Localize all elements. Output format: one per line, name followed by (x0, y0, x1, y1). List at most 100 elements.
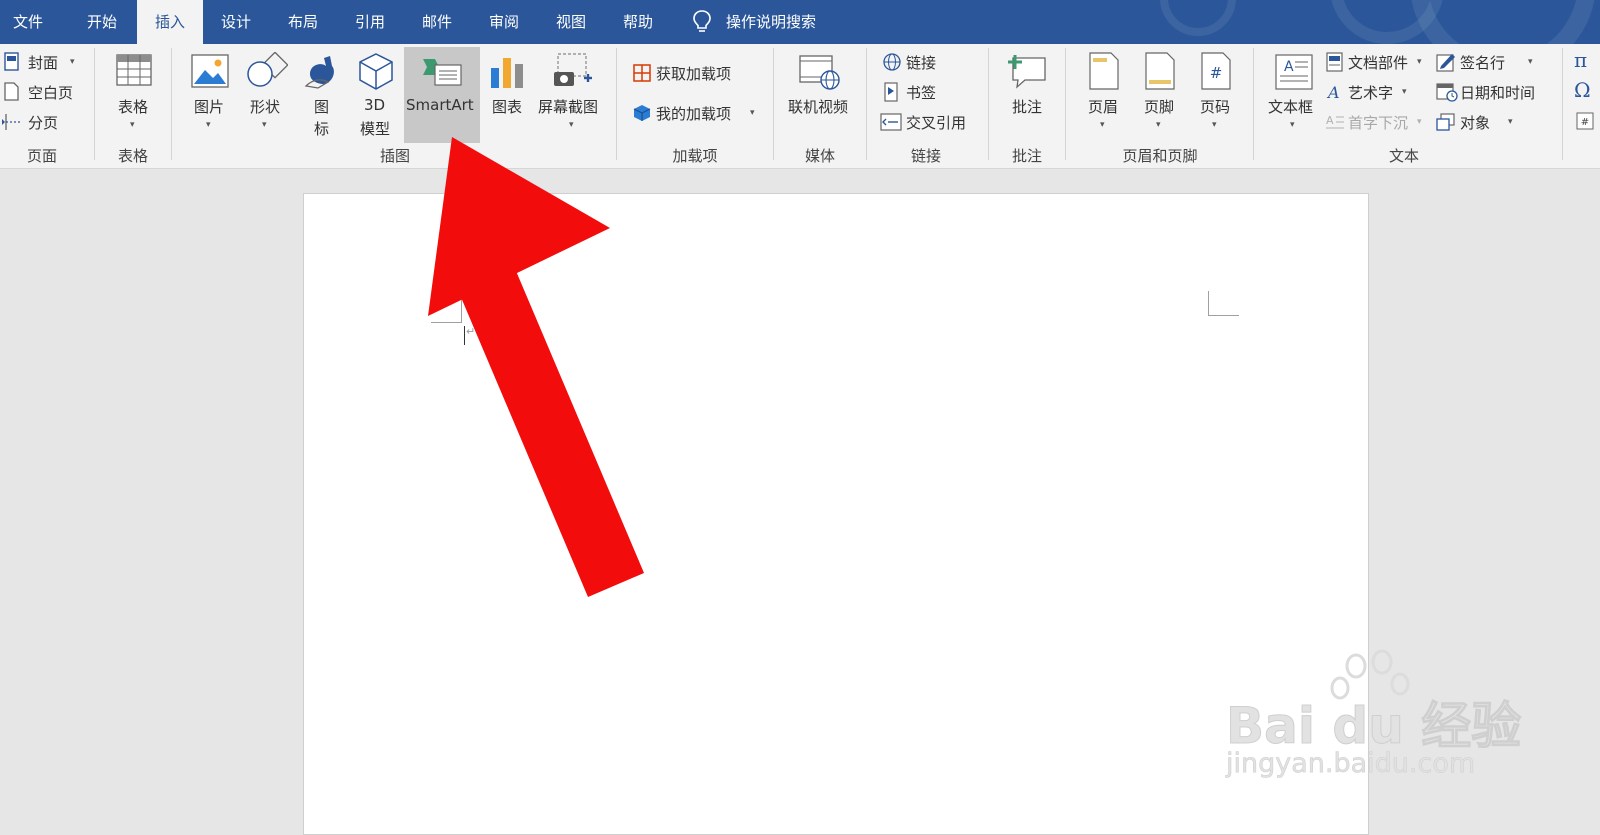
header-button[interactable]: 页眉 ▾ (1078, 50, 1130, 138)
group-label-pages: 页面 (26, 147, 57, 165)
page-number-button[interactable]: # 页码 ▾ (1190, 50, 1242, 138)
tab-references[interactable]: 引用 (337, 0, 403, 44)
tab-help[interactable]: 帮助 (605, 0, 671, 44)
my-addins-button[interactable]: 我的加载项 ▾ (630, 100, 766, 126)
equation-pi-icon: π (1574, 48, 1588, 72)
text-cursor (464, 326, 465, 345)
smartart-button[interactable]: SmartArt (404, 47, 480, 143)
chevron-down-icon: ▾ (1156, 120, 1161, 130)
text-box-icon: A (1275, 54, 1313, 90)
quick-parts-button[interactable]: 文档部件 ▾ (1326, 50, 1426, 74)
table-label: 表格 (118, 98, 149, 116)
wordart-button[interactable]: A 艺术字 ▾ (1326, 80, 1426, 104)
3d-models-button[interactable]: 3D 模型 (350, 50, 402, 140)
svg-text:#: # (1210, 64, 1223, 82)
text-box-label: 文本框 (1268, 98, 1314, 116)
group-label-comments: 批注 (1011, 147, 1042, 165)
cross-reference-button[interactable]: 交叉引用 (880, 110, 990, 134)
group-separator (616, 48, 617, 160)
signature-line-button[interactable]: 签名行 ▾ (1436, 50, 1546, 74)
cover-page-icon (4, 52, 19, 71)
link-button[interactable]: 链接 (880, 50, 980, 74)
number-icon[interactable]: # (1576, 112, 1594, 130)
object-button[interactable]: 对象 ▾ (1436, 110, 1546, 134)
group-label-media: 媒体 (804, 147, 835, 165)
store-icon (633, 64, 651, 82)
equation-button[interactable]: π (1572, 48, 1600, 76)
page-break-button[interactable]: 分页 (2, 110, 86, 134)
get-addins-button[interactable]: 获取加载项 (630, 60, 760, 86)
tab-insert[interactable]: 插入 (137, 0, 203, 44)
chevron-down-icon: ▾ (206, 120, 211, 130)
date-time-label: 日期和时间 (1460, 84, 1536, 102)
icons-label-line2: 标 (314, 120, 330, 138)
3d-model-icon (359, 53, 393, 90)
group-separator (171, 48, 172, 160)
table-button[interactable]: 表格 ▾ (104, 50, 164, 138)
symbol-omega-icon: Ω (1574, 78, 1591, 102)
icons-button[interactable]: 图 标 (296, 50, 348, 140)
wordart-label: 艺术字 (1348, 84, 1394, 102)
bookmark-button[interactable]: 书签 (880, 80, 980, 104)
group-separator (1065, 48, 1066, 160)
tab-design[interactable]: 设计 (203, 0, 269, 44)
header-decoration (1410, 0, 1596, 44)
chart-button[interactable]: 图表 (482, 50, 534, 138)
tell-me-search[interactable]: 操作说明搜索 (688, 0, 848, 44)
header-icon (1089, 52, 1119, 90)
date-time-button[interactable]: 日期和时间 (1436, 80, 1556, 104)
blank-page-button[interactable]: 空白页 (4, 80, 88, 104)
icons-bird-icon (304, 56, 334, 89)
signature-line-icon (1436, 54, 1455, 72)
group-label-header-footer: 页眉和页脚 (1122, 147, 1198, 165)
symbol-button[interactable]: Ω (1572, 78, 1600, 106)
ribbon-tab-bar: 文件 开始 插入 设计 布局 引用 邮件 审阅 视图 帮助 操作说明搜索 (0, 0, 1600, 44)
online-video-button[interactable]: 联机视频 (782, 50, 858, 138)
svg-text:A: A (1326, 83, 1340, 102)
screenshot-button[interactable]: 屏幕截图 ▾ (536, 50, 608, 138)
document-page[interactable]: ↵ (303, 193, 1369, 835)
chevron-down-icon: ▾ (569, 120, 574, 130)
shapes-label: 形状 (250, 98, 281, 116)
comment-button[interactable]: 批注 (998, 50, 1058, 138)
cross-reference-icon (880, 113, 902, 131)
page-break-icon (2, 114, 20, 130)
chevron-down-icon: ▾ (1508, 117, 1513, 127)
shapes-button[interactable]: 形状 ▾ (240, 50, 294, 138)
cross-reference-label: 交叉引用 (906, 114, 967, 132)
get-addins-label: 获取加载项 (656, 65, 732, 83)
cover-page-button[interactable]: 封面 ▾ (4, 50, 88, 74)
pictures-button[interactable]: 图片 ▾ (184, 50, 238, 138)
text-box-button[interactable]: A 文本框 ▾ (1262, 50, 1326, 138)
tab-review[interactable]: 审阅 (471, 0, 537, 44)
header-decoration (1160, 0, 1236, 36)
tab-mailings[interactable]: 邮件 (404, 0, 470, 44)
group-separator (773, 48, 774, 160)
tab-file[interactable]: 文件 (0, 0, 56, 44)
page-number-icon: # (1201, 52, 1231, 90)
new-comment-icon (1008, 55, 1046, 89)
group-separator (94, 48, 95, 160)
drop-cap-label: 首字下沉 (1348, 114, 1409, 132)
drop-cap-icon: A (1326, 114, 1344, 129)
chevron-down-icon: ▾ (1212, 120, 1217, 130)
footer-button[interactable]: 页脚 ▾ (1134, 50, 1186, 138)
tab-home[interactable]: 开始 (70, 0, 134, 44)
shapes-icon (247, 52, 288, 87)
quick-parts-icon (1326, 52, 1343, 72)
tab-layout[interactable]: 布局 (270, 0, 336, 44)
lightbulb-icon (693, 10, 711, 32)
chart-label: 图表 (492, 98, 523, 116)
quick-parts-label: 文档部件 (1348, 54, 1409, 72)
calendar-clock-icon (1436, 83, 1458, 102)
page-number-label: 页码 (1200, 98, 1231, 116)
tab-view[interactable]: 视图 (538, 0, 604, 44)
tell-me-label: 操作说明搜索 (726, 13, 817, 31)
link-label: 链接 (906, 54, 937, 72)
baidu-watermark: Bai du 经验 jingyan.baidu.com (1225, 648, 1526, 788)
comment-label: 批注 (1012, 98, 1043, 116)
bookmark-label: 书签 (906, 84, 937, 102)
footer-label: 页脚 (1144, 98, 1175, 116)
chevron-down-icon: ▾ (1417, 117, 1422, 127)
svg-text:A: A (1326, 114, 1334, 127)
